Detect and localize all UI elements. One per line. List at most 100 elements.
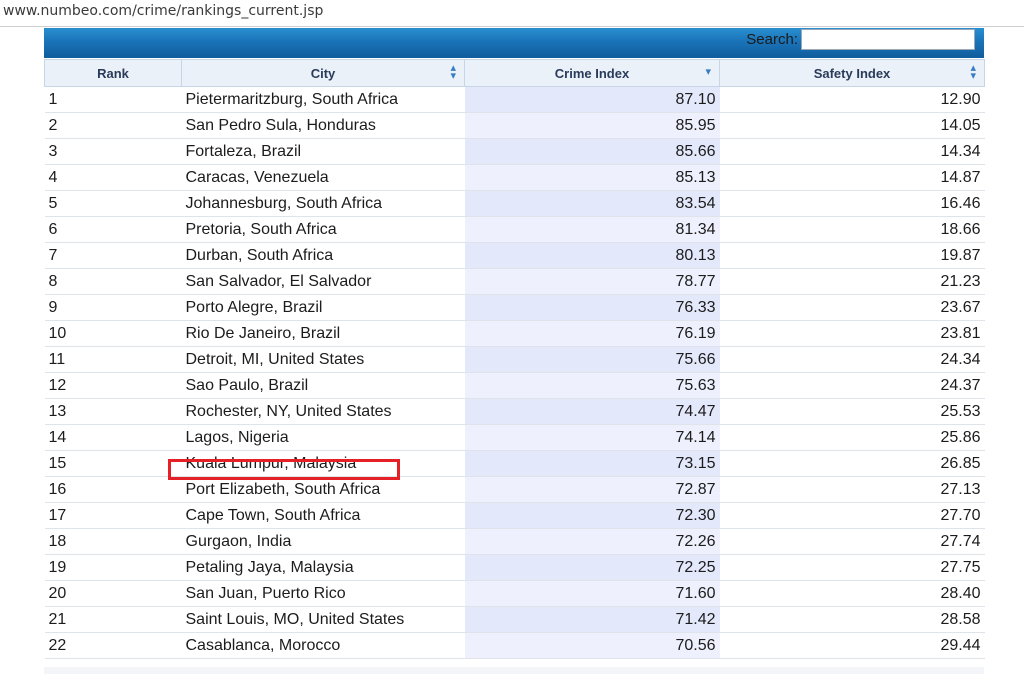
table-row: 18 Gurgaon, India 72.26 27.74 [44,528,985,555]
table-row: 7 Durban, South Africa 80.13 19.87 [44,242,985,269]
column-header-city[interactable]: City ▴ ▾ [181,59,465,87]
safety-index-cell: 26.85 [719,450,985,477]
rank-cell: 22 [44,632,182,659]
city-cell: Durban, South Africa [181,242,465,269]
rank-cell: 9 [44,294,182,321]
city-cell: Detroit, MI, United States [181,346,465,373]
crime-index-cell: 85.13 [464,164,720,191]
city-cell: Porto Alegre, Brazil [181,294,465,321]
crime-index-cell: 80.13 [464,242,720,269]
city-cell: Sao Paulo, Brazil [181,372,465,399]
crime-index-cell: 75.66 [464,346,720,373]
column-header-safety-label: Safety Index [813,65,891,81]
crime-index-cell: 72.87 [464,476,720,503]
city-cell: Casablanca, Morocco [181,632,465,659]
safety-index-cell: 27.75 [719,554,985,581]
crime-index-cell: 85.95 [464,112,720,139]
table-toolbar: Search: [44,28,984,58]
rank-cell: 4 [44,164,182,191]
table-row: 22 Casablanca, Morocco 70.56 29.44 [44,632,985,659]
crime-index-cell: 72.25 [464,554,720,581]
search-label: Search: [746,31,798,48]
table-row: 16 Port Elizabeth, South Africa 72.87 27.13 [44,476,985,503]
table-row: 14 Lagos, Nigeria 74.14 25.86 [44,424,985,451]
rank-cell: 17 [44,502,182,529]
safety-index-cell: 25.86 [719,424,985,451]
rank-cell: 13 [44,398,182,425]
table-row: 9 Porto Alegre, Brazil 76.33 23.67 [44,294,985,321]
safety-index-cell: 29.44 [719,632,985,659]
city-cell: Saint Louis, MO, United States [181,606,465,633]
crime-index-cell: 76.19 [464,320,720,347]
city-cell: Rio De Janeiro, Brazil [181,320,465,347]
safety-index-cell: 18.66 [719,216,985,243]
safety-index-cell: 21.23 [719,268,985,295]
crime-index-cell: 76.33 [464,294,720,321]
rank-cell: 16 [44,476,182,503]
table-bottom-edge [44,667,984,674]
table-row: 10 Rio De Janeiro, Brazil 76.19 23.81 [44,320,985,347]
city-cell: San Salvador, El Salvador [181,268,465,295]
safety-index-cell: 27.13 [719,476,985,503]
sort-both-icon[interactable]: ▴ ▾ [450,63,456,82]
sort-desc-icon[interactable]: ▾ [705,67,711,78]
city-cell: Kuala Lumpur, Malaysia [181,450,465,477]
column-header-rank-label: Rank [97,65,129,81]
table-row: 17 Cape Town, South Africa 72.30 27.70 [44,502,985,529]
rank-cell: 20 [44,580,182,607]
city-cell: Pietermaritzburg, South Africa [181,86,465,113]
table-row: 20 San Juan, Puerto Rico 71.60 28.40 [44,580,985,607]
column-header-crime-label: Crime Index [554,65,630,81]
safety-index-cell: 25.53 [719,398,985,425]
rank-cell: 7 [44,242,182,269]
rank-cell: 2 [44,112,182,139]
column-header-safety-index[interactable]: Safety Index ▴ ▾ [719,59,985,87]
crime-index-cell: 72.26 [464,528,720,555]
table-row: 19 Petaling Jaya, Malaysia 72.25 27.75 [44,554,985,581]
sort-both-icon[interactable]: ▴ ▾ [970,63,976,82]
city-cell: Petaling Jaya, Malaysia [181,554,465,581]
table-row: 1 Pietermaritzburg, South Africa 87.10 12.9… [44,86,985,113]
rank-cell: 18 [44,528,182,555]
table-row: 5 Johannesburg, South Africa 83.54 16.46 [44,190,985,217]
column-header-rank[interactable]: Rank [44,59,182,87]
url-text[interactable]: www.numbeo.com/crime/rankings_current.js… [3,3,323,19]
rank-cell: 14 [44,424,182,451]
city-cell: San Juan, Puerto Rico [181,580,465,607]
rank-cell: 8 [44,268,182,295]
city-cell: Gurgaon, India [181,528,465,555]
table-row: 4 Caracas, Venezuela 85.13 14.87 [44,164,985,191]
safety-index-cell: 19.87 [719,242,985,269]
column-header-city-label: City [310,65,336,81]
safety-index-cell: 14.34 [719,138,985,165]
city-cell: Lagos, Nigeria [181,424,465,451]
rank-cell: 12 [44,372,182,399]
crime-index-cell: 71.42 [464,606,720,633]
table-row: 3 Fortaleza, Brazil 85.66 14.34 [44,138,985,165]
crime-index-cell: 75.63 [464,372,720,399]
safety-index-cell: 24.37 [719,372,985,399]
rank-cell: 15 [44,450,182,477]
crime-index-cell: 83.54 [464,190,720,217]
column-header-crime-index[interactable]: Crime Index ▾ [464,59,720,87]
city-cell: Johannesburg, South Africa [181,190,465,217]
city-cell: Cape Town, South Africa [181,502,465,529]
crime-index-cell: 72.30 [464,502,720,529]
browser-address-bar[interactable]: www.numbeo.com/crime/rankings_current.js… [0,0,1024,27]
rank-cell: 5 [44,190,182,217]
city-cell: Rochester, NY, United States [181,398,465,425]
crime-rankings-table: Rank City ▴ ▾ Crime Index ▾ Safety Index … [44,59,985,659]
safety-index-cell: 28.40 [719,580,985,607]
table-row: 2 San Pedro Sula, Honduras 85.95 14.05 [44,112,985,139]
table-row: 12 Sao Paulo, Brazil 75.63 24.37 [44,372,985,399]
crime-index-cell: 85.66 [464,138,720,165]
city-cell: Pretoria, South Africa [181,216,465,243]
city-cell: Port Elizabeth, South Africa [181,476,465,503]
rank-cell: 21 [44,606,182,633]
safety-index-cell: 27.74 [719,528,985,555]
crime-index-cell: 74.47 [464,398,720,425]
crime-index-cell: 74.14 [464,424,720,451]
search-input[interactable] [801,29,975,50]
table-row: 6 Pretoria, South Africa 81.34 18.66 [44,216,985,243]
safety-index-cell: 12.90 [719,86,985,113]
